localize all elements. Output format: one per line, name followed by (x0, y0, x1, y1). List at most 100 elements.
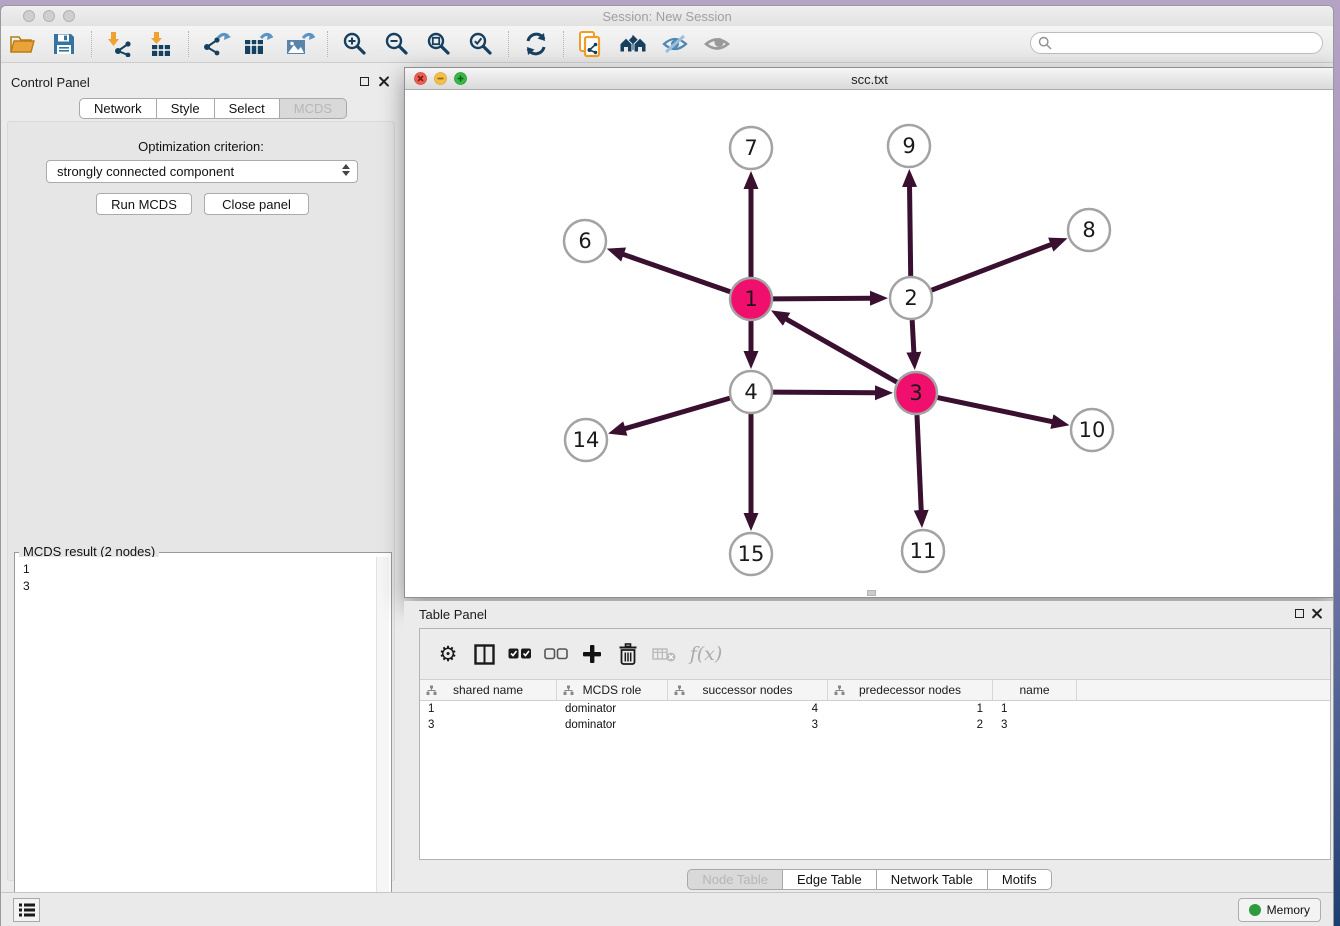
table-tab-node-table[interactable]: Node Table (687, 869, 783, 890)
table-toolbar: ⚙ (420, 629, 1330, 679)
network-view-window[interactable]: scc.txt 7 9 6 8 1 2 4 3 14 10 15 11 (404, 67, 1334, 598)
double-home-icon (618, 32, 648, 56)
column-header-successor-nodes[interactable]: successor nodes (668, 680, 828, 700)
graph-node-3[interactable]: 3 (895, 372, 937, 414)
float-panel-icon[interactable] (360, 77, 369, 86)
graph-edge-3-11[interactable] (917, 415, 921, 511)
delete-table-icon (652, 646, 676, 662)
column-header-shared-name[interactable]: shared name (420, 680, 557, 700)
column-header-MCDS-role[interactable]: MCDS role (557, 680, 668, 700)
column-header-predecessor-nodes[interactable]: predecessor nodes (828, 680, 993, 700)
table-rows: 1dominator4113dominator323 (420, 701, 1330, 859)
apply-layout-button[interactable] (519, 29, 553, 59)
network-canvas[interactable]: 7 9 6 8 1 2 4 3 14 10 15 11 (405, 90, 1334, 597)
close-panel-button[interactable]: Close panel (204, 193, 309, 215)
graph-node-7[interactable]: 7 (730, 127, 772, 169)
canvas-scroll-thumb[interactable] (867, 590, 876, 596)
optimization-criterion-dropdown[interactable]: strongly connected component (46, 160, 358, 183)
search-input[interactable] (1052, 36, 1322, 50)
close-table-panel-icon[interactable] (1311, 607, 1323, 619)
graph-edge-1-2[interactable] (773, 298, 871, 299)
add-column-button[interactable] (574, 637, 610, 671)
graph-node-11[interactable]: 11 (902, 530, 944, 572)
cell-mcds_role[interactable]: dominator (557, 717, 668, 733)
table-tab-edge-table[interactable]: Edge Table (783, 869, 877, 890)
import-network-button[interactable] (102, 29, 136, 59)
cell-name[interactable]: 1 (993, 701, 1077, 717)
mcds-result-text[interactable]: 1 3 (17, 557, 375, 926)
column-label: MCDS role (583, 683, 642, 697)
tab-network[interactable]: Network (79, 98, 157, 119)
cell-predecessor_nodes[interactable]: 2 (828, 717, 993, 733)
zoom-out-button[interactable] (380, 29, 414, 59)
graph-edge-2-8[interactable] (932, 244, 1052, 290)
cell-successor_nodes[interactable]: 4 (668, 701, 828, 717)
tab-mcds[interactable]: MCDS (280, 98, 347, 119)
task-history-button[interactable] (13, 898, 40, 922)
cell-name[interactable]: 3 (993, 717, 1077, 733)
cell-successor_nodes[interactable]: 3 (668, 717, 828, 733)
app-titlebar[interactable]: Session: New Session (1, 6, 1333, 26)
table-row[interactable]: 1dominator411 (420, 701, 1330, 717)
graph-edge-1-6[interactable] (623, 254, 730, 292)
close-panel-icon[interactable] (378, 75, 390, 87)
tab-select[interactable]: Select (215, 98, 280, 119)
graph-edge-3-1[interactable] (786, 319, 897, 382)
network-window-titlebar[interactable]: scc.txt (405, 68, 1334, 90)
graph-node-10[interactable]: 10 (1071, 409, 1113, 451)
eye-icon (703, 33, 731, 55)
graph-node-14[interactable]: 14 (565, 419, 607, 461)
export-image-button[interactable] (283, 29, 317, 59)
graph-node-1[interactable]: 1 (730, 278, 772, 320)
export-network-button[interactable] (199, 29, 233, 59)
zoom-selected-button[interactable] (464, 29, 498, 59)
zoom-fit-button[interactable] (422, 29, 456, 59)
graph-edge-2-3[interactable] (912, 320, 914, 353)
function-builder-button[interactable]: f(x) (682, 637, 730, 671)
float-table-panel-icon[interactable] (1295, 609, 1304, 618)
trash-icon (618, 643, 638, 665)
cell-mcds_role[interactable]: dominator (557, 701, 668, 717)
table-tab-network-table[interactable]: Network Table (877, 869, 988, 890)
import-table-button[interactable] (144, 29, 178, 59)
cell-shared_name[interactable]: 3 (420, 717, 557, 733)
graph-edge-2-9[interactable] (910, 186, 911, 276)
export-table-button[interactable] (241, 29, 275, 59)
graph-node-2[interactable]: 2 (890, 277, 932, 319)
delete-column-button[interactable] (610, 637, 646, 671)
tab-style[interactable]: Style (157, 98, 215, 119)
cell-shared_name[interactable]: 1 (420, 701, 557, 717)
graph-node-6[interactable]: 6 (564, 220, 606, 262)
graph-node-4[interactable]: 4 (730, 371, 772, 413)
graph-node-15[interactable]: 15 (730, 533, 772, 575)
cell-predecessor_nodes[interactable]: 1 (828, 701, 993, 717)
table-row[interactable]: 3dominator323 (420, 717, 1330, 733)
graph-edge-4-14[interactable] (624, 398, 729, 429)
result-scrollbar[interactable] (376, 557, 389, 926)
memory-button[interactable]: Memory (1238, 898, 1321, 922)
table-tab-motifs[interactable]: Motifs (988, 869, 1052, 890)
copy-network-view-button[interactable] (574, 29, 608, 59)
deselect-all-columns-button[interactable] (538, 637, 574, 671)
zoom-in-button[interactable] (338, 29, 372, 59)
open-session-button[interactable] (5, 29, 39, 59)
column-header-name[interactable]: name (993, 680, 1077, 700)
birds-eye-view-button[interactable] (700, 29, 734, 59)
zoom-in-icon (342, 31, 368, 57)
delete-table-button[interactable] (646, 637, 682, 671)
list-icon (18, 902, 36, 918)
home-view-button[interactable] (616, 29, 650, 59)
run-mcds-button[interactable]: Run MCDS (96, 193, 192, 215)
network-window-title: scc.txt (405, 72, 1334, 87)
table-settings-button[interactable]: ⚙ (430, 637, 466, 671)
graph-edge-4-3[interactable] (773, 392, 876, 393)
split-columns-button[interactable] (466, 637, 502, 671)
save-session-button[interactable] (47, 29, 81, 59)
hide-graphics-details-button[interactable] (658, 29, 692, 59)
graph-edge-3-10[interactable] (938, 398, 1053, 422)
graph-node-8[interactable]: 8 (1068, 209, 1110, 251)
search-field[interactable] (1030, 32, 1323, 54)
select-all-columns-button[interactable] (502, 637, 538, 671)
memory-label: Memory (1267, 903, 1310, 917)
graph-node-9[interactable]: 9 (888, 125, 930, 167)
